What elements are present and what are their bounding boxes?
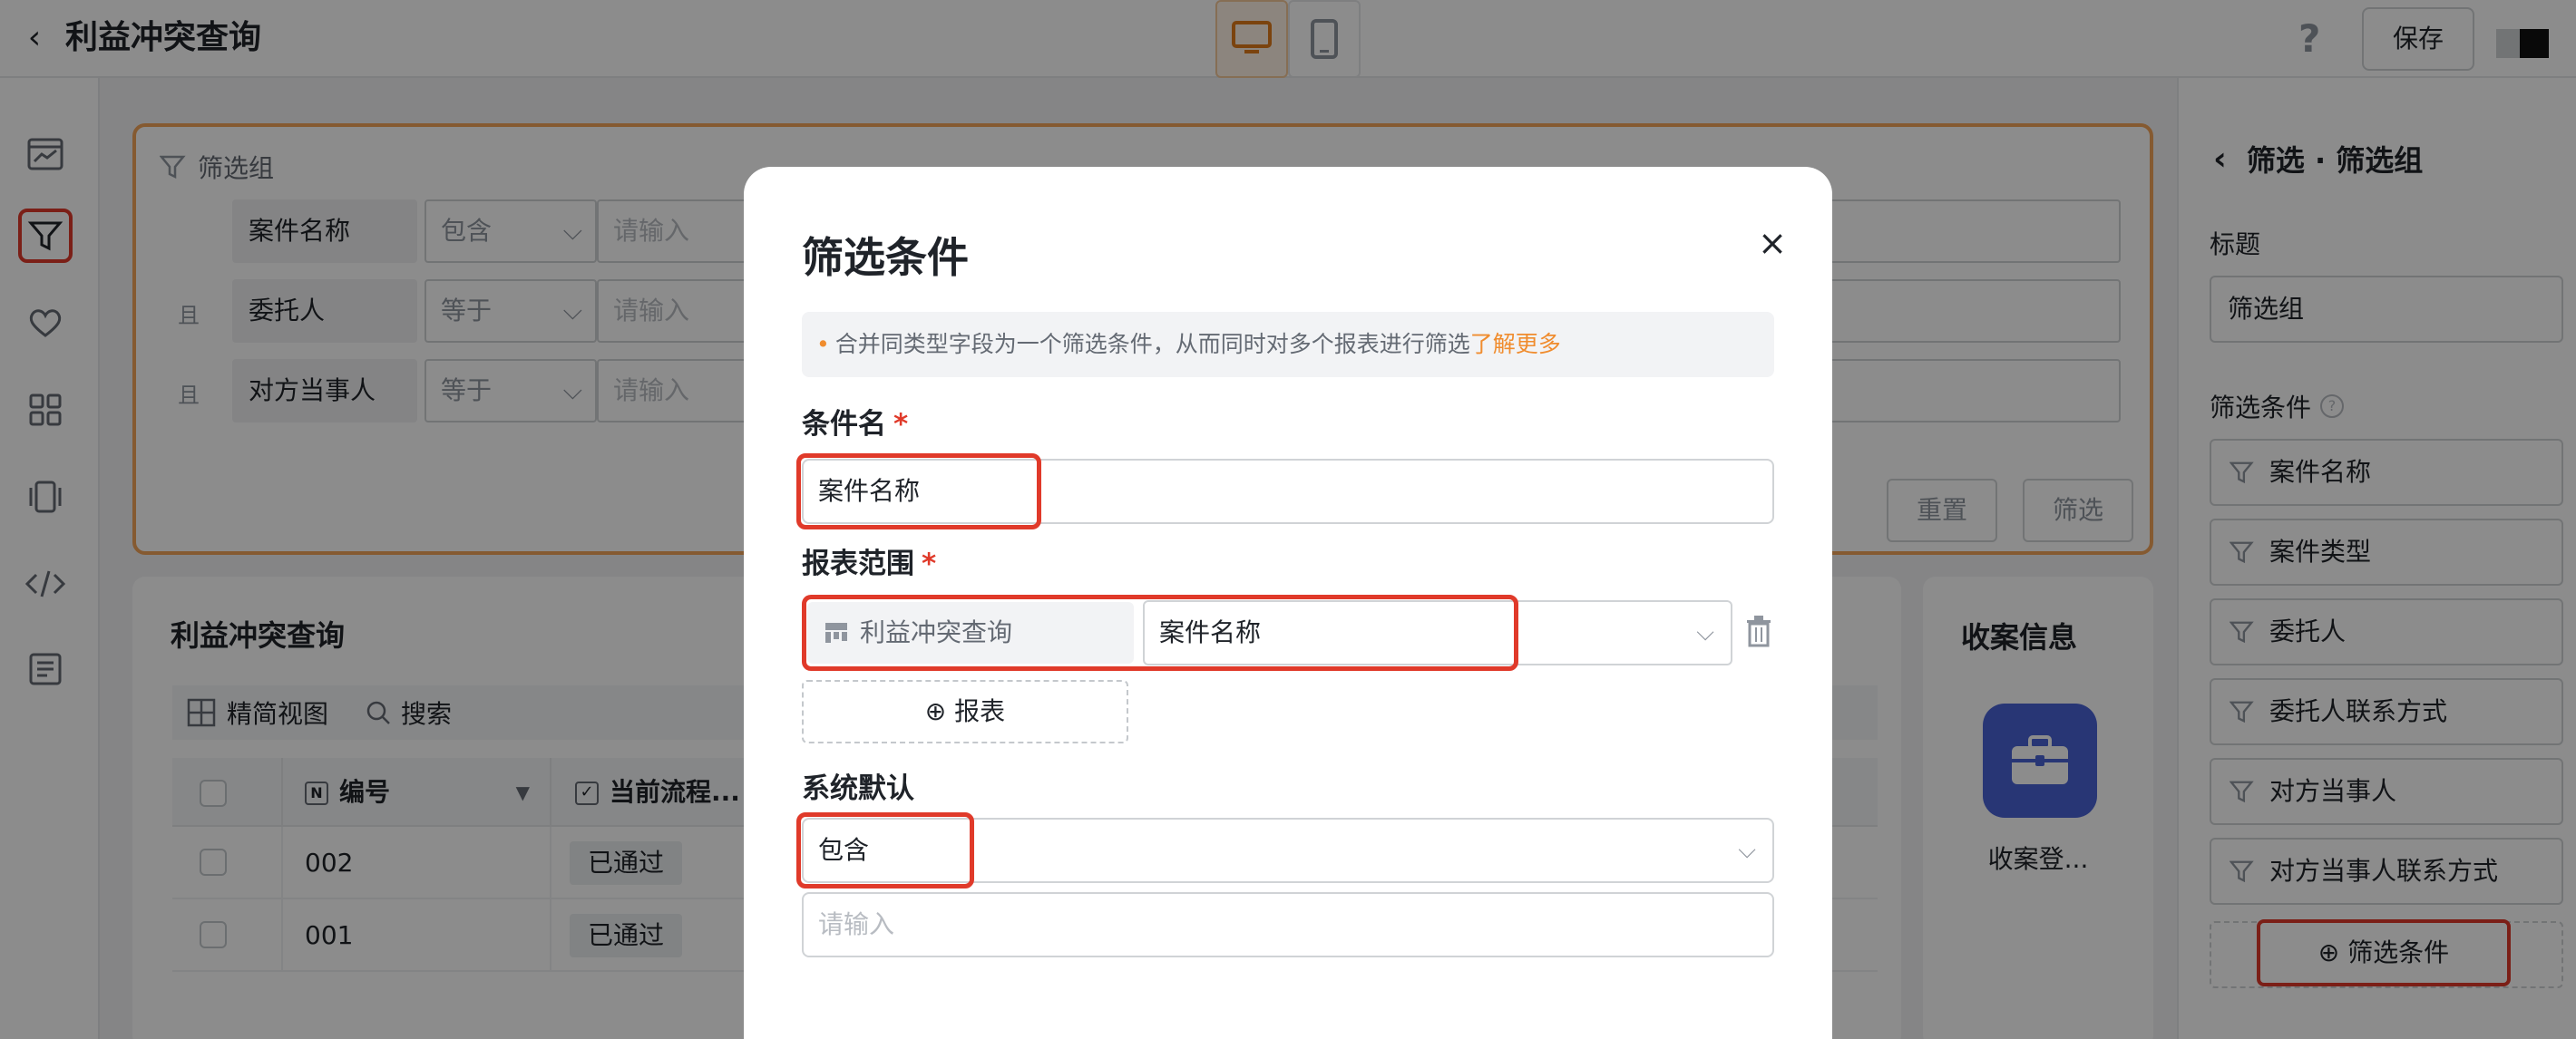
- required-mark: *: [893, 408, 909, 441]
- required-mark: *: [922, 548, 937, 580]
- chevron-down-icon: ⌵: [1738, 837, 1756, 864]
- condition-name-input[interactable]: 案件名称: [802, 459, 1774, 524]
- default-value-input[interactable]: 请输入: [802, 892, 1774, 957]
- default-operator-select[interactable]: 包含 ⌵: [802, 818, 1774, 883]
- chevron-down-icon: ⌵: [1696, 619, 1714, 646]
- condition-name-label: 条件名 *: [802, 408, 909, 441]
- scope-source-report: 利益冲突查询: [807, 602, 1134, 664]
- report-scope-label: 报表范围 *: [802, 548, 937, 580]
- modal-tip: • 合并同类型字段为一个筛选条件，从而同时对多个报表进行筛选了解更多: [802, 312, 1774, 377]
- add-report-button[interactable]: ⊕ 报表: [802, 680, 1128, 743]
- filter-condition-modal: 筛选条件 × • 合并同类型字段为一个筛选条件，从而同时对多个报表进行筛选了解更多…: [744, 167, 1832, 1039]
- system-default-label: 系统默认: [802, 772, 914, 805]
- report-icon: [825, 623, 847, 643]
- bullet-dot: •: [816, 331, 830, 357]
- modal-title: 筛选条件: [802, 233, 969, 282]
- learn-more-link[interactable]: 了解更多: [1470, 331, 1561, 357]
- trash-icon[interactable]: [1745, 615, 1778, 651]
- scope-field-select[interactable]: 案件名称 ⌵: [1143, 600, 1732, 665]
- plus-circle-icon: ⊕: [924, 696, 947, 726]
- close-icon[interactable]: ×: [1751, 221, 1794, 265]
